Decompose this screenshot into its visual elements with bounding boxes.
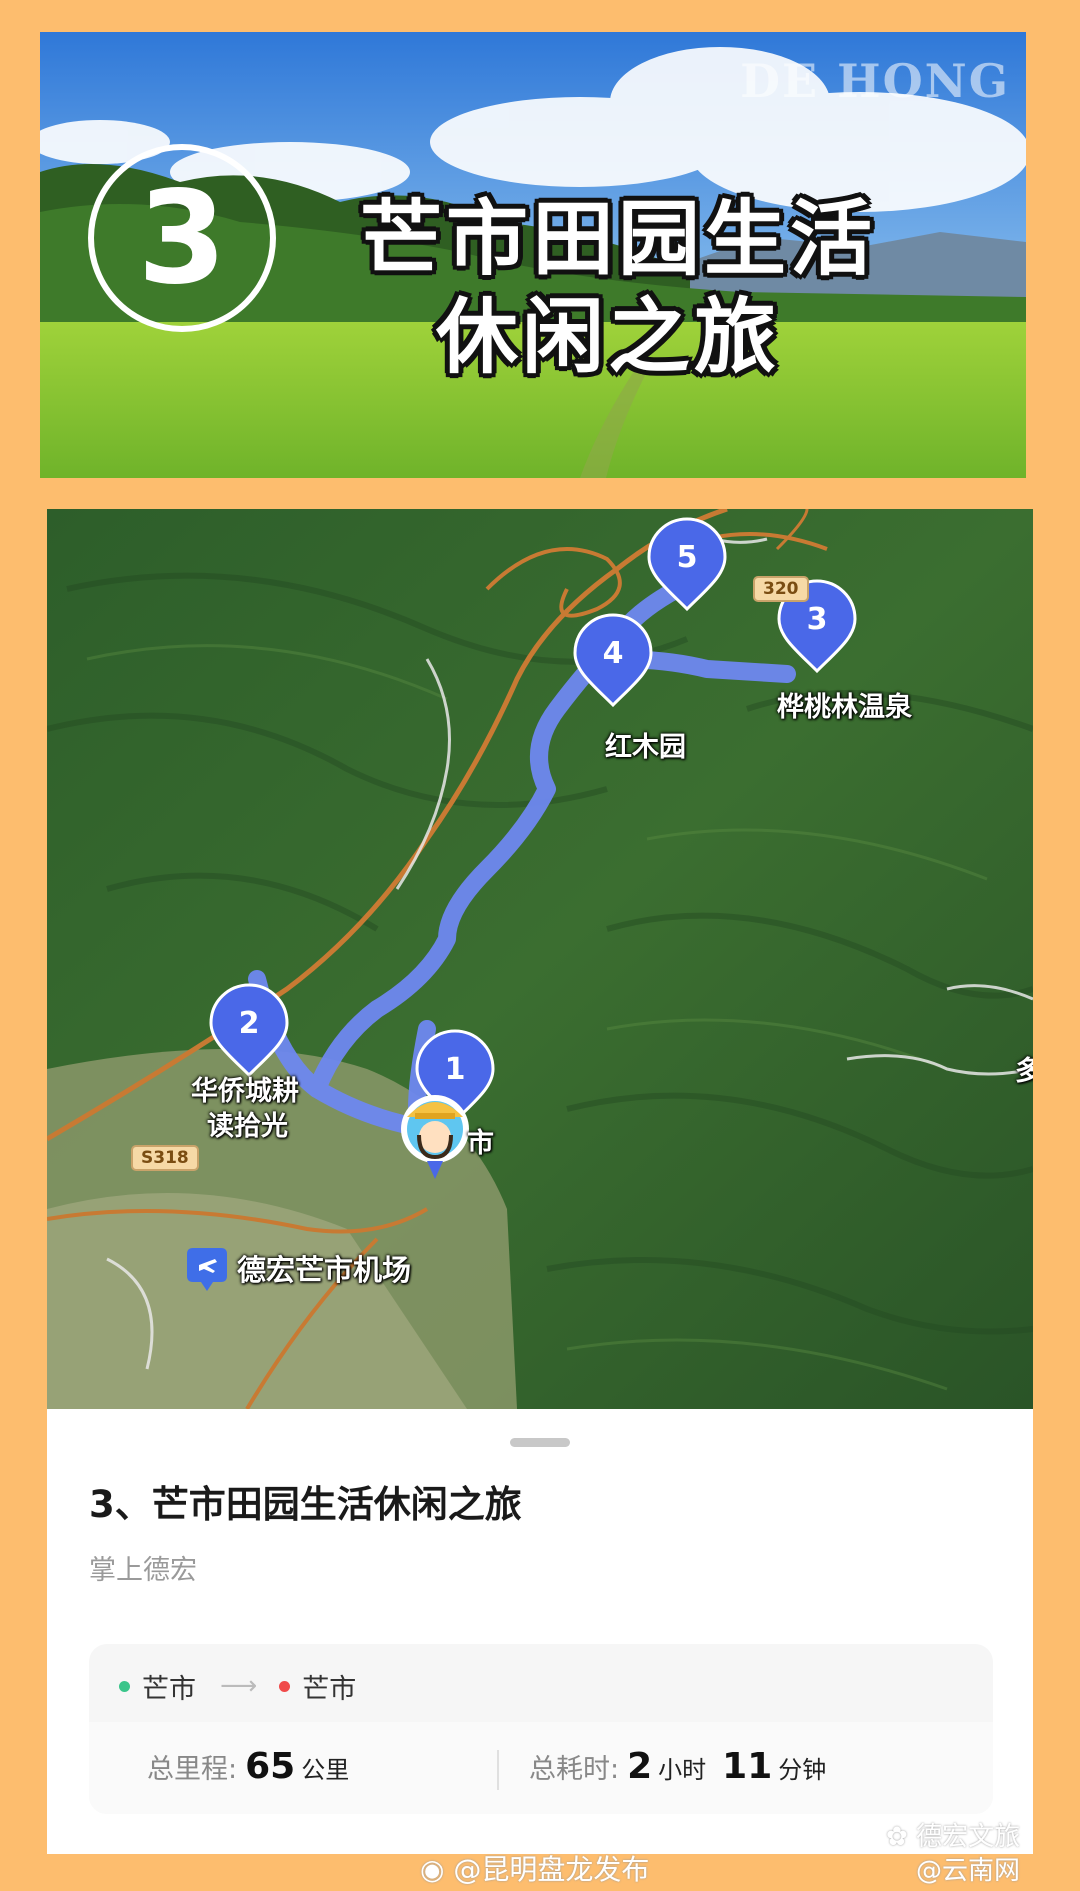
- distance-label: 总里程:: [147, 1754, 238, 1785]
- map-panel: 5 3 4 2 1 320 S318 桦桃林温泉 红木园 华侨城耕 读拾光 市 …: [47, 509, 1033, 1854]
- road-badge-320: 320: [753, 576, 809, 602]
- distance-unit: 公里: [301, 1756, 350, 1784]
- duration-label: 总耗时:: [529, 1754, 620, 1785]
- pin-2-label-line1: 华侨城耕: [191, 1076, 299, 1107]
- minutes-unit: 分钟: [778, 1756, 827, 1784]
- pin-3-label: 桦桃林温泉: [777, 692, 912, 723]
- weibo-icon: ◉: [420, 1853, 445, 1886]
- route-start: 芒市: [142, 1673, 196, 1705]
- sheet-drag-handle[interactable]: [510, 1438, 570, 1447]
- pin-2-number: 2: [239, 1006, 260, 1041]
- hours-unit: 小时: [658, 1756, 707, 1784]
- wechat-credit-text: 德宏文旅: [916, 1822, 1021, 1852]
- weibo-credit: ◉ @昆明盘龙发布: [420, 1848, 649, 1888]
- road-badge-s318: S318: [131, 1145, 199, 1171]
- map-edge-label: 多: [1015, 1056, 1033, 1087]
- pin-3-number: 3: [807, 602, 828, 637]
- wechat-icon: ✿: [886, 1822, 908, 1852]
- distance-value: 65: [245, 1746, 296, 1787]
- pin-4-label: 红木园: [605, 732, 686, 763]
- banner-watermark: DE HONG: [740, 54, 1010, 108]
- weibo-credit-text: @昆明盘龙发布: [453, 1853, 650, 1886]
- banner-image: DE HONG 3 芒市田园生活 休闲之旅: [40, 32, 1026, 478]
- end-dot-icon: [279, 1680, 291, 1692]
- banner-title-line2: 休闲之旅: [435, 290, 780, 385]
- arrow-right-icon: ⟶: [220, 1671, 258, 1701]
- pin-1-label: 市: [467, 1128, 494, 1159]
- route-endpoints: 芒市 ⟶ 芒市: [119, 1666, 356, 1706]
- route-stats: 总里程: 65 公里 总耗时: 2 小时 11 分钟: [89, 1722, 993, 1814]
- wechat-credit: ✿ 德宏文旅: [886, 1816, 1020, 1853]
- route-source: 掌上德宏: [89, 1555, 197, 1586]
- minutes-value: 11: [722, 1746, 773, 1787]
- map-canvas: 5 3 4 2 1: [47, 509, 1033, 1411]
- distance-stat: 总里程: 65 公里: [147, 1746, 357, 1787]
- pin-1-number: 1: [445, 1052, 466, 1087]
- pin-4-number: 4: [603, 636, 624, 671]
- pin-5-number: 5: [677, 540, 698, 575]
- hours-value: 2: [627, 1746, 653, 1787]
- duration-stat: 总耗时: 2 小时 11 分钟: [529, 1746, 834, 1787]
- route-title: 3、芒市田园生活休闲之旅: [89, 1483, 522, 1526]
- route-end: 芒市: [302, 1673, 357, 1705]
- yunnan-credit: @云南网: [916, 1850, 1020, 1887]
- start-dot-icon: [119, 1680, 130, 1692]
- route-summary-card: 芒市 ⟶ 芒市 总里程: 65 公里 总耗时: 2 小时 11 分钟: [89, 1644, 993, 1814]
- route-info-sheet: 3、芒市田园生活休闲之旅 掌上德宏 芒市 ⟶ 芒市 总里程: 65 公里 总耗时…: [47, 1422, 1033, 1854]
- pin-2-label-line2: 读拾光: [207, 1111, 288, 1142]
- satellite-map[interactable]: 5 3 4 2 1 320 S318 桦桃林温泉 红木园 华侨城耕 读拾光 市 …: [47, 509, 1033, 1411]
- airport-label: 德宏芒市机场: [237, 1253, 412, 1287]
- yunnan-credit-text: @云南网: [916, 1856, 1021, 1886]
- stats-divider: [497, 1750, 499, 1790]
